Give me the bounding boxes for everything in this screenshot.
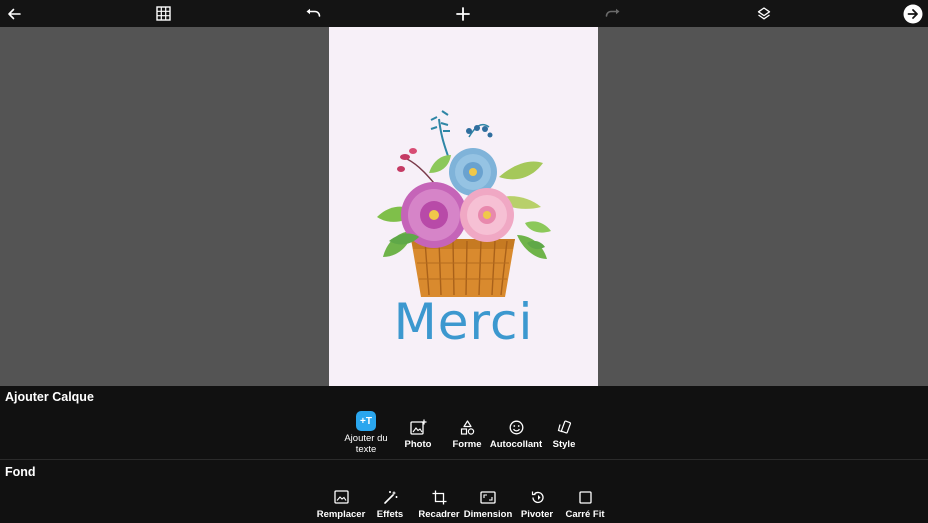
crop-icon — [432, 487, 447, 507]
square-fit-icon — [578, 487, 592, 507]
effects-label: Effets — [376, 509, 404, 520]
square-fit-button[interactable]: Carré Fit — [550, 487, 620, 520]
background-panel: Fond Remplacer Effets Recadrer Dimension… — [0, 460, 928, 523]
undo-icon[interactable] — [299, 0, 327, 27]
greeting-card[interactable]: Merci — [329, 27, 598, 386]
back-arrow-icon[interactable] — [0, 0, 28, 27]
redo-icon[interactable] — [599, 0, 627, 27]
add-layer-panel: Ajouter Calque +T Ajouter du texte Photo… — [0, 386, 928, 460]
next-icon[interactable] — [899, 0, 927, 27]
shape-label: Forme — [452, 439, 482, 450]
style-label: Style — [552, 439, 576, 450]
magic-wand-icon — [383, 487, 398, 507]
square-fit-label: Carré Fit — [565, 509, 605, 520]
style-icon — [557, 417, 572, 437]
replace-image-icon — [333, 487, 349, 507]
card-caption: Merci — [393, 293, 534, 351]
shapes-icon — [460, 417, 475, 437]
panel-title-background: Fond — [5, 465, 36, 479]
add-text-icon: +T — [356, 411, 376, 431]
rotate-label: Pivoter — [520, 509, 554, 520]
panel-title-add-layer: Ajouter Calque — [5, 390, 94, 404]
rotate-icon — [530, 487, 545, 507]
add-photo-label: Photo — [404, 439, 432, 450]
layers-icon[interactable] — [750, 0, 778, 27]
sticker-icon — [509, 417, 524, 437]
workspace: Merci — [0, 27, 928, 386]
add-icon[interactable] — [449, 0, 477, 27]
grid-icon[interactable] — [149, 0, 177, 27]
style-button[interactable]: Style — [529, 417, 599, 450]
aspect-ratio-icon — [480, 487, 496, 507]
add-photo-icon — [409, 417, 427, 437]
top-toolbar — [0, 0, 928, 27]
